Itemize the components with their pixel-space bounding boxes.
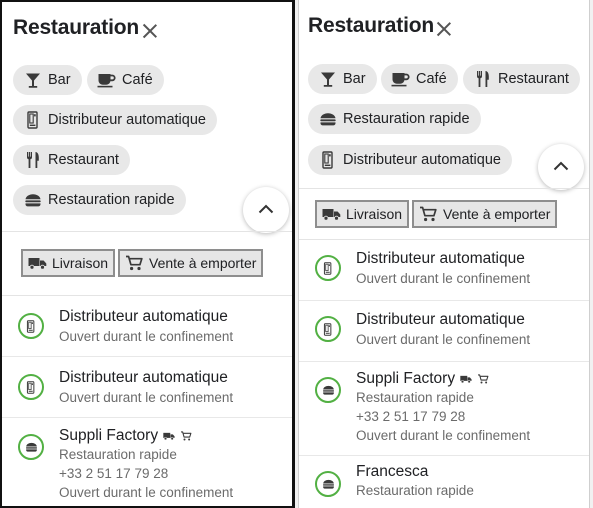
chip-label: Distributeur automatique <box>343 152 501 168</box>
chip-restauration-rapide[interactable]: Restauration rapide <box>13 185 186 215</box>
chip-label: Café <box>122 72 153 88</box>
divider <box>2 231 292 232</box>
close-icon[interactable] <box>140 21 160 41</box>
collapse-button[interactable] <box>538 144 584 190</box>
burger-icon <box>18 434 44 460</box>
result-status: Ouvert durant le confinement <box>59 390 234 405</box>
chip-restauration-rapide[interactable]: Restauration rapide <box>308 104 481 134</box>
chip-distributeur-automatique[interactable]: Distributeur automatique <box>308 145 512 175</box>
list-item[interactable]: Distributeur automatique Ouvert durant l… <box>2 296 292 357</box>
burger-icon <box>315 377 341 403</box>
bar-icon <box>318 70 338 88</box>
chevron-up-icon <box>258 201 274 219</box>
result-phone: +33 2 51 17 79 28 <box>356 409 466 424</box>
chip-label: Café <box>416 71 447 87</box>
coffee-cup-icon <box>391 70 411 88</box>
chip-restaurant[interactable]: Restaurant <box>463 64 580 94</box>
list-item[interactable]: Distributeur automatique Ouvert durant l… <box>299 301 589 362</box>
filter-label: Livraison <box>346 206 403 222</box>
list-item[interactable]: Francesca Restauration rapide <box>299 456 589 508</box>
chip-distributeur-automatique[interactable]: Distributeur automatique <box>13 105 217 135</box>
close-icon[interactable] <box>434 19 454 39</box>
result-category: Restauration rapide <box>356 483 474 498</box>
filter-label: Livraison <box>52 255 109 271</box>
vending-machine-icon <box>318 151 338 169</box>
result-name-text: Suppli Factory <box>356 370 456 387</box>
vending-machine-icon <box>315 316 341 342</box>
chip-cafe[interactable]: Café <box>87 65 164 95</box>
burger-icon <box>315 471 341 497</box>
result-name: Distributeur automatique <box>59 369 228 386</box>
result-name: Suppli Factory <box>59 427 192 445</box>
restauration-panel-left: Restauration Bar Café Distributeur autom… <box>0 0 295 508</box>
result-category: Restauration rapide <box>59 447 177 462</box>
chip-restaurant[interactable]: Restaurant <box>13 145 130 175</box>
vending-machine-icon <box>315 255 341 281</box>
list-item[interactable]: Suppli Factory Restauration rapide +33 2… <box>2 418 292 506</box>
coffee-cup-icon <box>97 71 117 89</box>
result-status: Ouvert durant le confinement <box>59 485 234 500</box>
filter-label: Vente à emporter <box>149 255 257 271</box>
truck-icon <box>163 431 175 441</box>
chip-label: Distributeur automatique <box>48 112 206 128</box>
chip-label: Restauration rapide <box>48 192 175 208</box>
bar-icon <box>23 71 43 89</box>
chip-label: Bar <box>343 71 366 87</box>
result-name: Suppli Factory <box>356 370 489 388</box>
result-status: Ouvert durant le confinement <box>59 329 234 344</box>
fork-knife-icon <box>23 151 43 169</box>
result-name: Distributeur automatique <box>356 311 525 328</box>
cart-icon <box>477 374 489 384</box>
list-item[interactable]: Distributeur automatique Ouvert durant l… <box>2 357 292 418</box>
chip-cafe[interactable]: Café <box>381 64 458 94</box>
chip-bar[interactable]: Bar <box>13 65 82 95</box>
result-status: Ouvert durant le confinement <box>356 271 531 286</box>
truck-icon <box>28 255 48 271</box>
result-phone: +33 2 51 17 79 28 <box>59 466 169 481</box>
cart-icon <box>125 255 145 271</box>
filter-vente-a-emporter[interactable]: Vente à emporter <box>118 249 264 277</box>
fork-knife-icon <box>473 70 493 88</box>
restauration-panel-right: Restauration Bar Café Restaurant Restaur… <box>298 0 590 508</box>
filter-livraison[interactable]: Livraison <box>315 200 410 228</box>
cart-icon <box>180 431 192 441</box>
truck-icon <box>460 374 472 384</box>
burger-icon <box>318 110 338 128</box>
list-item[interactable]: Suppli Factory Restauration rapide +33 2… <box>299 362 589 456</box>
chip-label: Restaurant <box>48 152 119 168</box>
result-name: Distributeur automatique <box>356 250 525 267</box>
chip-label: Bar <box>48 72 71 88</box>
chip-label: Restauration rapide <box>343 111 470 127</box>
filter-label: Vente à emporter <box>443 206 551 222</box>
result-category: Restauration rapide <box>356 390 474 405</box>
panel-header: Restauration <box>2 2 292 58</box>
vending-machine-icon <box>23 111 43 129</box>
filter-livraison[interactable]: Livraison <box>21 249 116 277</box>
filter-vente-a-emporter[interactable]: Vente à emporter <box>412 200 558 228</box>
panel-title: Restauration <box>308 14 434 37</box>
list-item[interactable]: Distributeur automatique Ouvert durant l… <box>299 240 589 301</box>
result-status: Ouvert durant le confinement <box>356 428 531 443</box>
cart-icon <box>419 206 439 222</box>
result-name-text: Suppli Factory <box>59 427 159 444</box>
chip-bar[interactable]: Bar <box>308 64 377 94</box>
divider <box>299 188 589 189</box>
collapse-button[interactable] <box>243 187 289 233</box>
burger-icon <box>23 191 43 209</box>
panel-header: Restauration <box>299 0 589 56</box>
truck-icon <box>322 206 342 222</box>
result-name: Francesca <box>356 463 429 480</box>
chevron-up-icon <box>553 158 569 176</box>
result-name: Distributeur automatique <box>59 308 228 325</box>
vending-machine-icon <box>18 374 44 400</box>
vending-machine-icon <box>18 313 44 339</box>
chip-label: Restaurant <box>498 71 569 87</box>
panel-title: Restauration <box>13 16 139 39</box>
result-status: Ouvert durant le confinement <box>356 332 531 347</box>
